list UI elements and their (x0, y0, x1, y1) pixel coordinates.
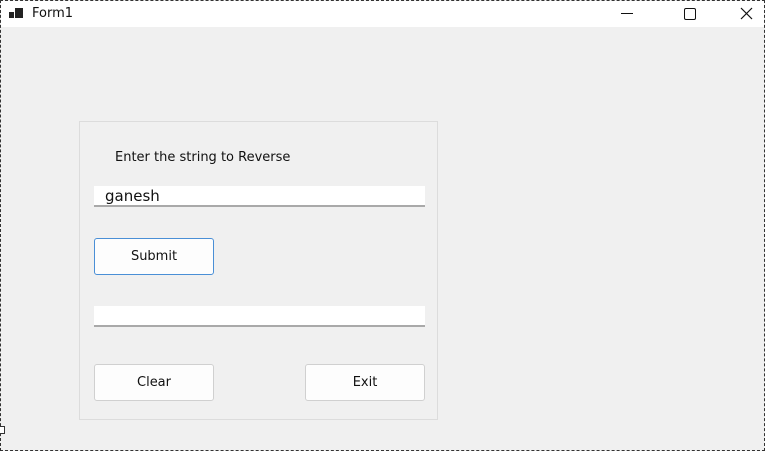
minimize-button[interactable] (605, 1, 651, 27)
submit-button[interactable]: Submit (94, 238, 214, 275)
title-bar[interactable]: Form1 (1, 1, 764, 27)
exit-button[interactable]: Exit (305, 364, 425, 401)
close-icon (740, 7, 753, 20)
resize-handle[interactable] (0, 426, 5, 434)
prompt-label: Enter the string to Reverse (115, 150, 291, 165)
maximize-button[interactable] (667, 1, 713, 27)
input-string-field[interactable] (94, 186, 425, 207)
app-window-icon (9, 8, 23, 20)
window-title: Form1 (32, 6, 74, 21)
clear-button[interactable]: Clear (94, 364, 214, 401)
reversed-output-field[interactable] (94, 306, 425, 327)
close-button[interactable] (723, 1, 765, 27)
